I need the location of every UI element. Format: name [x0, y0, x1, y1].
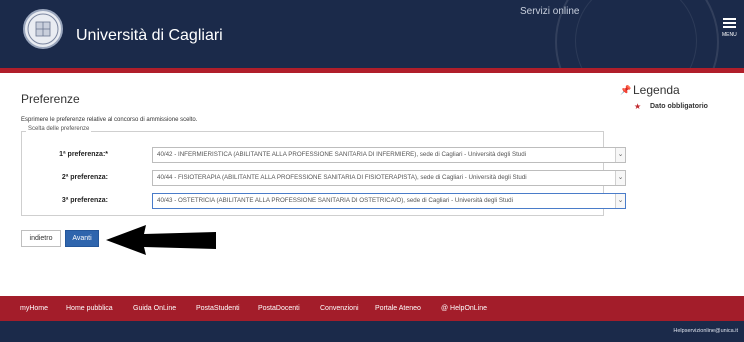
preference-3-label: 3ª preferenza:: [61, 197, 108, 204]
hamburger-icon: [723, 18, 736, 20]
chevron-down-icon[interactable]: ⌄: [615, 171, 625, 185]
star-icon: ★: [634, 102, 642, 111]
seal-watermark-inner: [575, 0, 697, 68]
site-header: Università di Cagliari Servizi online ME…: [0, 0, 744, 68]
crest-icon: [27, 13, 59, 45]
hamburger-icon-bar: [723, 26, 736, 28]
preference-1-label: 1ª preferenza:*: [59, 151, 108, 158]
legend-title: Legenda: [633, 83, 680, 97]
footer-link-posta-studenti[interactable]: PostaStudenti: [196, 305, 240, 312]
preferences-fieldset: Scelta delle preferenze 1ª preferenza:* …: [21, 126, 626, 216]
preference-2-select[interactable]: 40/44 - FISIOTERAPIA (ABILITANTE ALLA PR…: [152, 170, 626, 186]
intro-text: Esprimere le preferenze relative al conc…: [21, 117, 198, 123]
menu-button[interactable]: MENU: [722, 18, 738, 48]
footer-link-guida-online[interactable]: Guida OnLine: [133, 305, 176, 312]
footer-link-home-pubblica[interactable]: Home pubblica: [66, 305, 113, 312]
arrow-left-icon: [106, 225, 216, 255]
back-button[interactable]: indietro: [21, 230, 61, 247]
header-accent-stripe: [0, 68, 744, 73]
services-label: Servizi online: [520, 6, 580, 17]
preference-1-value: 40/42 - INFERMIERISTICA (ABILITANTE ALLA…: [157, 151, 527, 158]
menu-label: MENU: [722, 32, 737, 38]
preference-2-value: 40/44 - FISIOTERAPIA (ABILITANTE ALLA PR…: [157, 174, 527, 181]
footer-nav: myHome Home pubblica Guida OnLine PostaS…: [0, 296, 744, 321]
hamburger-icon-bar: [723, 22, 736, 24]
footer-link-myhome[interactable]: myHome: [20, 305, 48, 312]
university-logo[interactable]: [23, 9, 63, 49]
next-button[interactable]: Avanti: [65, 230, 99, 247]
fieldset-legend: Scelta delle preferenze: [26, 126, 92, 132]
footer-link-posta-docenti[interactable]: PostaDocenti: [258, 305, 300, 312]
chevron-down-icon[interactable]: ⌄: [615, 194, 625, 208]
footer-link-convenzioni[interactable]: Convenzioni: [320, 305, 359, 312]
university-name[interactable]: Università di Cagliari: [76, 27, 223, 45]
preference-3-select[interactable]: 40/43 - OSTETRICIA (ABILITANTE ALLA PROF…: [152, 193, 626, 209]
legend-required-item: Dato obbligatorio: [650, 103, 708, 110]
page-title: Preferenze: [21, 92, 80, 106]
preference-2-label: 2ª preferenza:: [61, 174, 108, 181]
preference-3-value: 40/43 - OSTETRICIA (ABILITANTE ALLA PROF…: [157, 197, 514, 204]
help-email-link[interactable]: Helpservizionline@unica.it: [673, 328, 738, 334]
footer-link-portale-ateneo[interactable]: Portale Ateneo: [375, 305, 421, 312]
footer-link-helponline[interactable]: @ HelpOnLine: [441, 305, 487, 312]
bottom-bar: Helpservizionline@unica.it: [0, 321, 744, 342]
preference-1-select[interactable]: 40/42 - INFERMIERISTICA (ABILITANTE ALLA…: [152, 147, 626, 163]
chevron-down-icon[interactable]: ⌄: [615, 148, 625, 162]
pin-icon: 📌: [620, 85, 632, 95]
